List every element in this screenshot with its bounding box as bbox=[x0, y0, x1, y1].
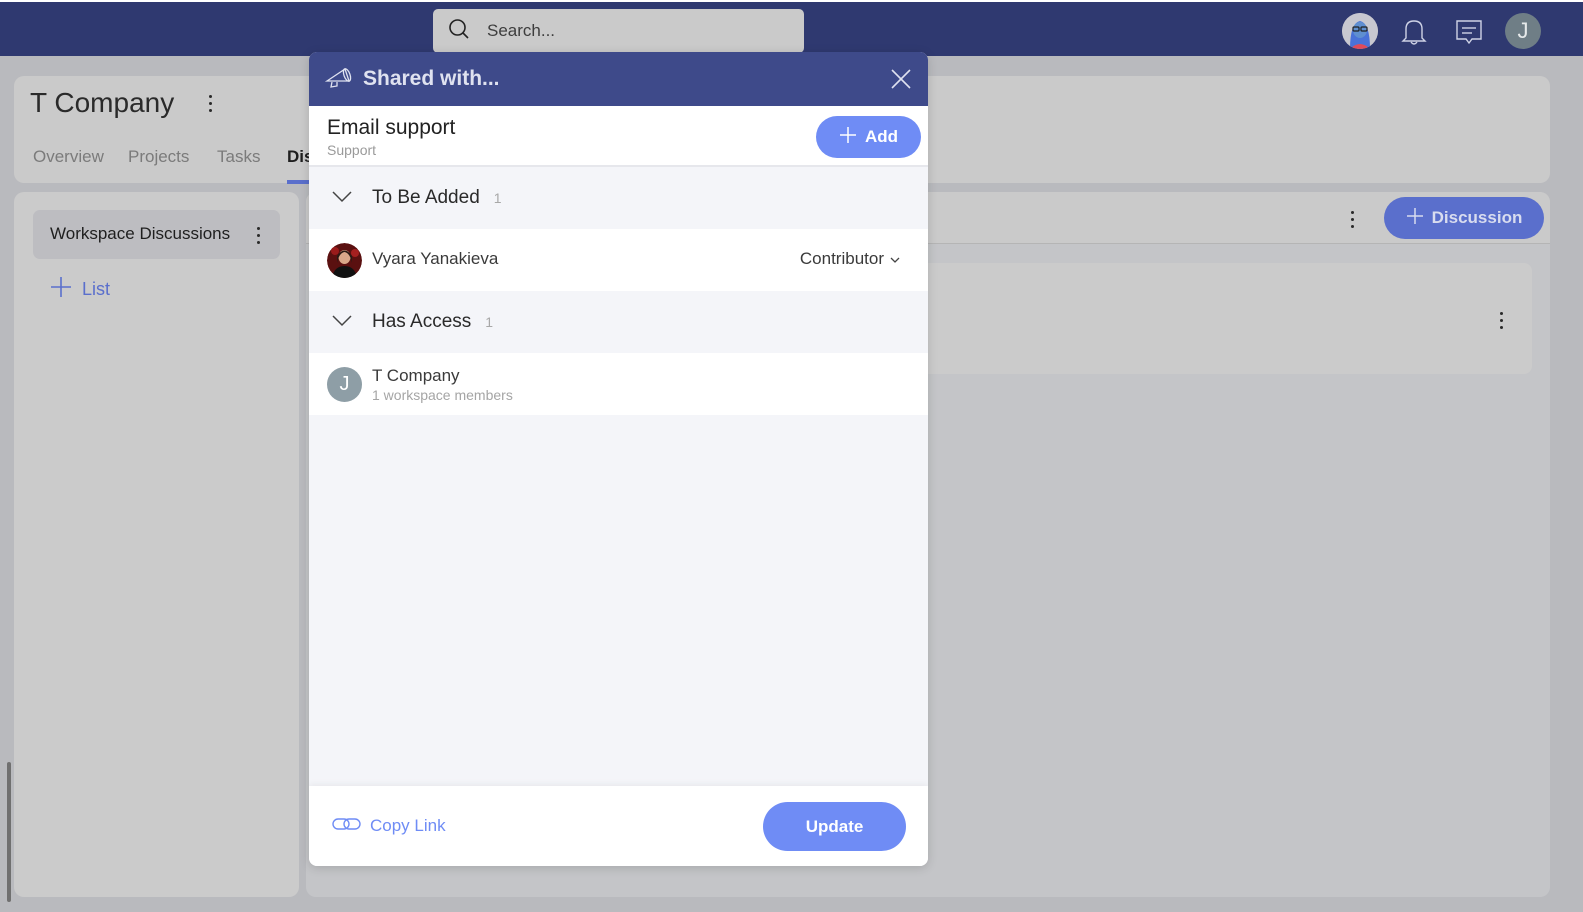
person-name: Vyara Yanakieva bbox=[372, 249, 499, 268]
plus-icon bbox=[1406, 207, 1424, 230]
user-avatar-initial[interactable]: J bbox=[1505, 13, 1541, 49]
discussions-more-icon[interactable] bbox=[1350, 211, 1354, 228]
section-count: 1 bbox=[493, 190, 502, 206]
chevron-down-icon bbox=[331, 313, 353, 332]
section-title: Has Access bbox=[372, 311, 472, 332]
user-avatar-illustration[interactable] bbox=[1342, 13, 1378, 49]
new-discussion-label: Discussion bbox=[1431, 208, 1523, 227]
shared-entity-row: Email support Support Add bbox=[309, 106, 928, 167]
copy-link-button[interactable]: Copy Link bbox=[332, 816, 446, 836]
avatar bbox=[327, 243, 362, 278]
chat-icon[interactable] bbox=[1454, 17, 1484, 47]
chevron-down-icon bbox=[331, 189, 353, 208]
add-list-label: List bbox=[82, 279, 111, 299]
sidebar-scrollbar[interactable] bbox=[7, 762, 11, 902]
modal-title: Shared with... bbox=[363, 67, 500, 90]
workspace-members-count: 1 workspace members bbox=[372, 387, 513, 403]
section-to-be-added[interactable]: To Be Added 1 bbox=[309, 167, 928, 229]
modal-header: Shared with... bbox=[309, 52, 928, 106]
plus-icon bbox=[839, 126, 857, 149]
search-box[interactable]: Search... bbox=[433, 9, 804, 53]
link-icon bbox=[332, 816, 362, 836]
avatar: J bbox=[327, 367, 362, 402]
search-placeholder: Search... bbox=[487, 21, 556, 40]
workspace-list-more-icon[interactable] bbox=[256, 227, 260, 244]
role-dropdown[interactable]: Contributor bbox=[800, 249, 900, 269]
page-title: T Company bbox=[30, 87, 175, 118]
tab-tasks[interactable]: Tasks bbox=[217, 147, 260, 167]
sidebar-item-label: Workspace Discussions bbox=[50, 224, 231, 243]
tab-overview[interactable]: Overview bbox=[33, 147, 104, 167]
role-label: Contributor bbox=[799, 249, 884, 268]
megaphone-icon bbox=[324, 65, 353, 94]
entity-type: Support bbox=[327, 142, 377, 158]
workspace-name: T Company bbox=[372, 366, 460, 385]
company-more-icon[interactable] bbox=[208, 95, 212, 112]
entity-name: Email support bbox=[327, 116, 456, 139]
add-button[interactable]: Add bbox=[816, 116, 921, 158]
modal-footer: Copy Link Update bbox=[309, 786, 928, 866]
add-list-button[interactable]: List bbox=[50, 276, 110, 303]
search-icon bbox=[447, 17, 471, 46]
section-has-access[interactable]: Has Access 1 bbox=[309, 291, 928, 353]
section-count: 1 bbox=[485, 314, 494, 330]
list-item: J T Company 1 workspace members bbox=[309, 353, 928, 415]
share-modal: Shared with... Email support Support Add… bbox=[309, 52, 928, 866]
copy-link-label: Copy Link bbox=[370, 816, 446, 835]
discussion-item-more-icon[interactable] bbox=[1499, 312, 1503, 329]
add-label: Add bbox=[864, 127, 899, 146]
close-icon[interactable] bbox=[890, 68, 912, 90]
plus-icon bbox=[50, 276, 72, 303]
bell-icon[interactable] bbox=[1400, 16, 1428, 46]
update-button[interactable]: Update bbox=[763, 802, 906, 851]
tab-projects[interactable]: Projects bbox=[128, 147, 189, 167]
new-discussion-button[interactable]: Discussion bbox=[1384, 197, 1544, 239]
section-title: To Be Added bbox=[372, 187, 480, 208]
list-item: Vyara Yanakieva Contributor bbox=[309, 229, 928, 291]
chevron-down-icon bbox=[890, 249, 900, 269]
